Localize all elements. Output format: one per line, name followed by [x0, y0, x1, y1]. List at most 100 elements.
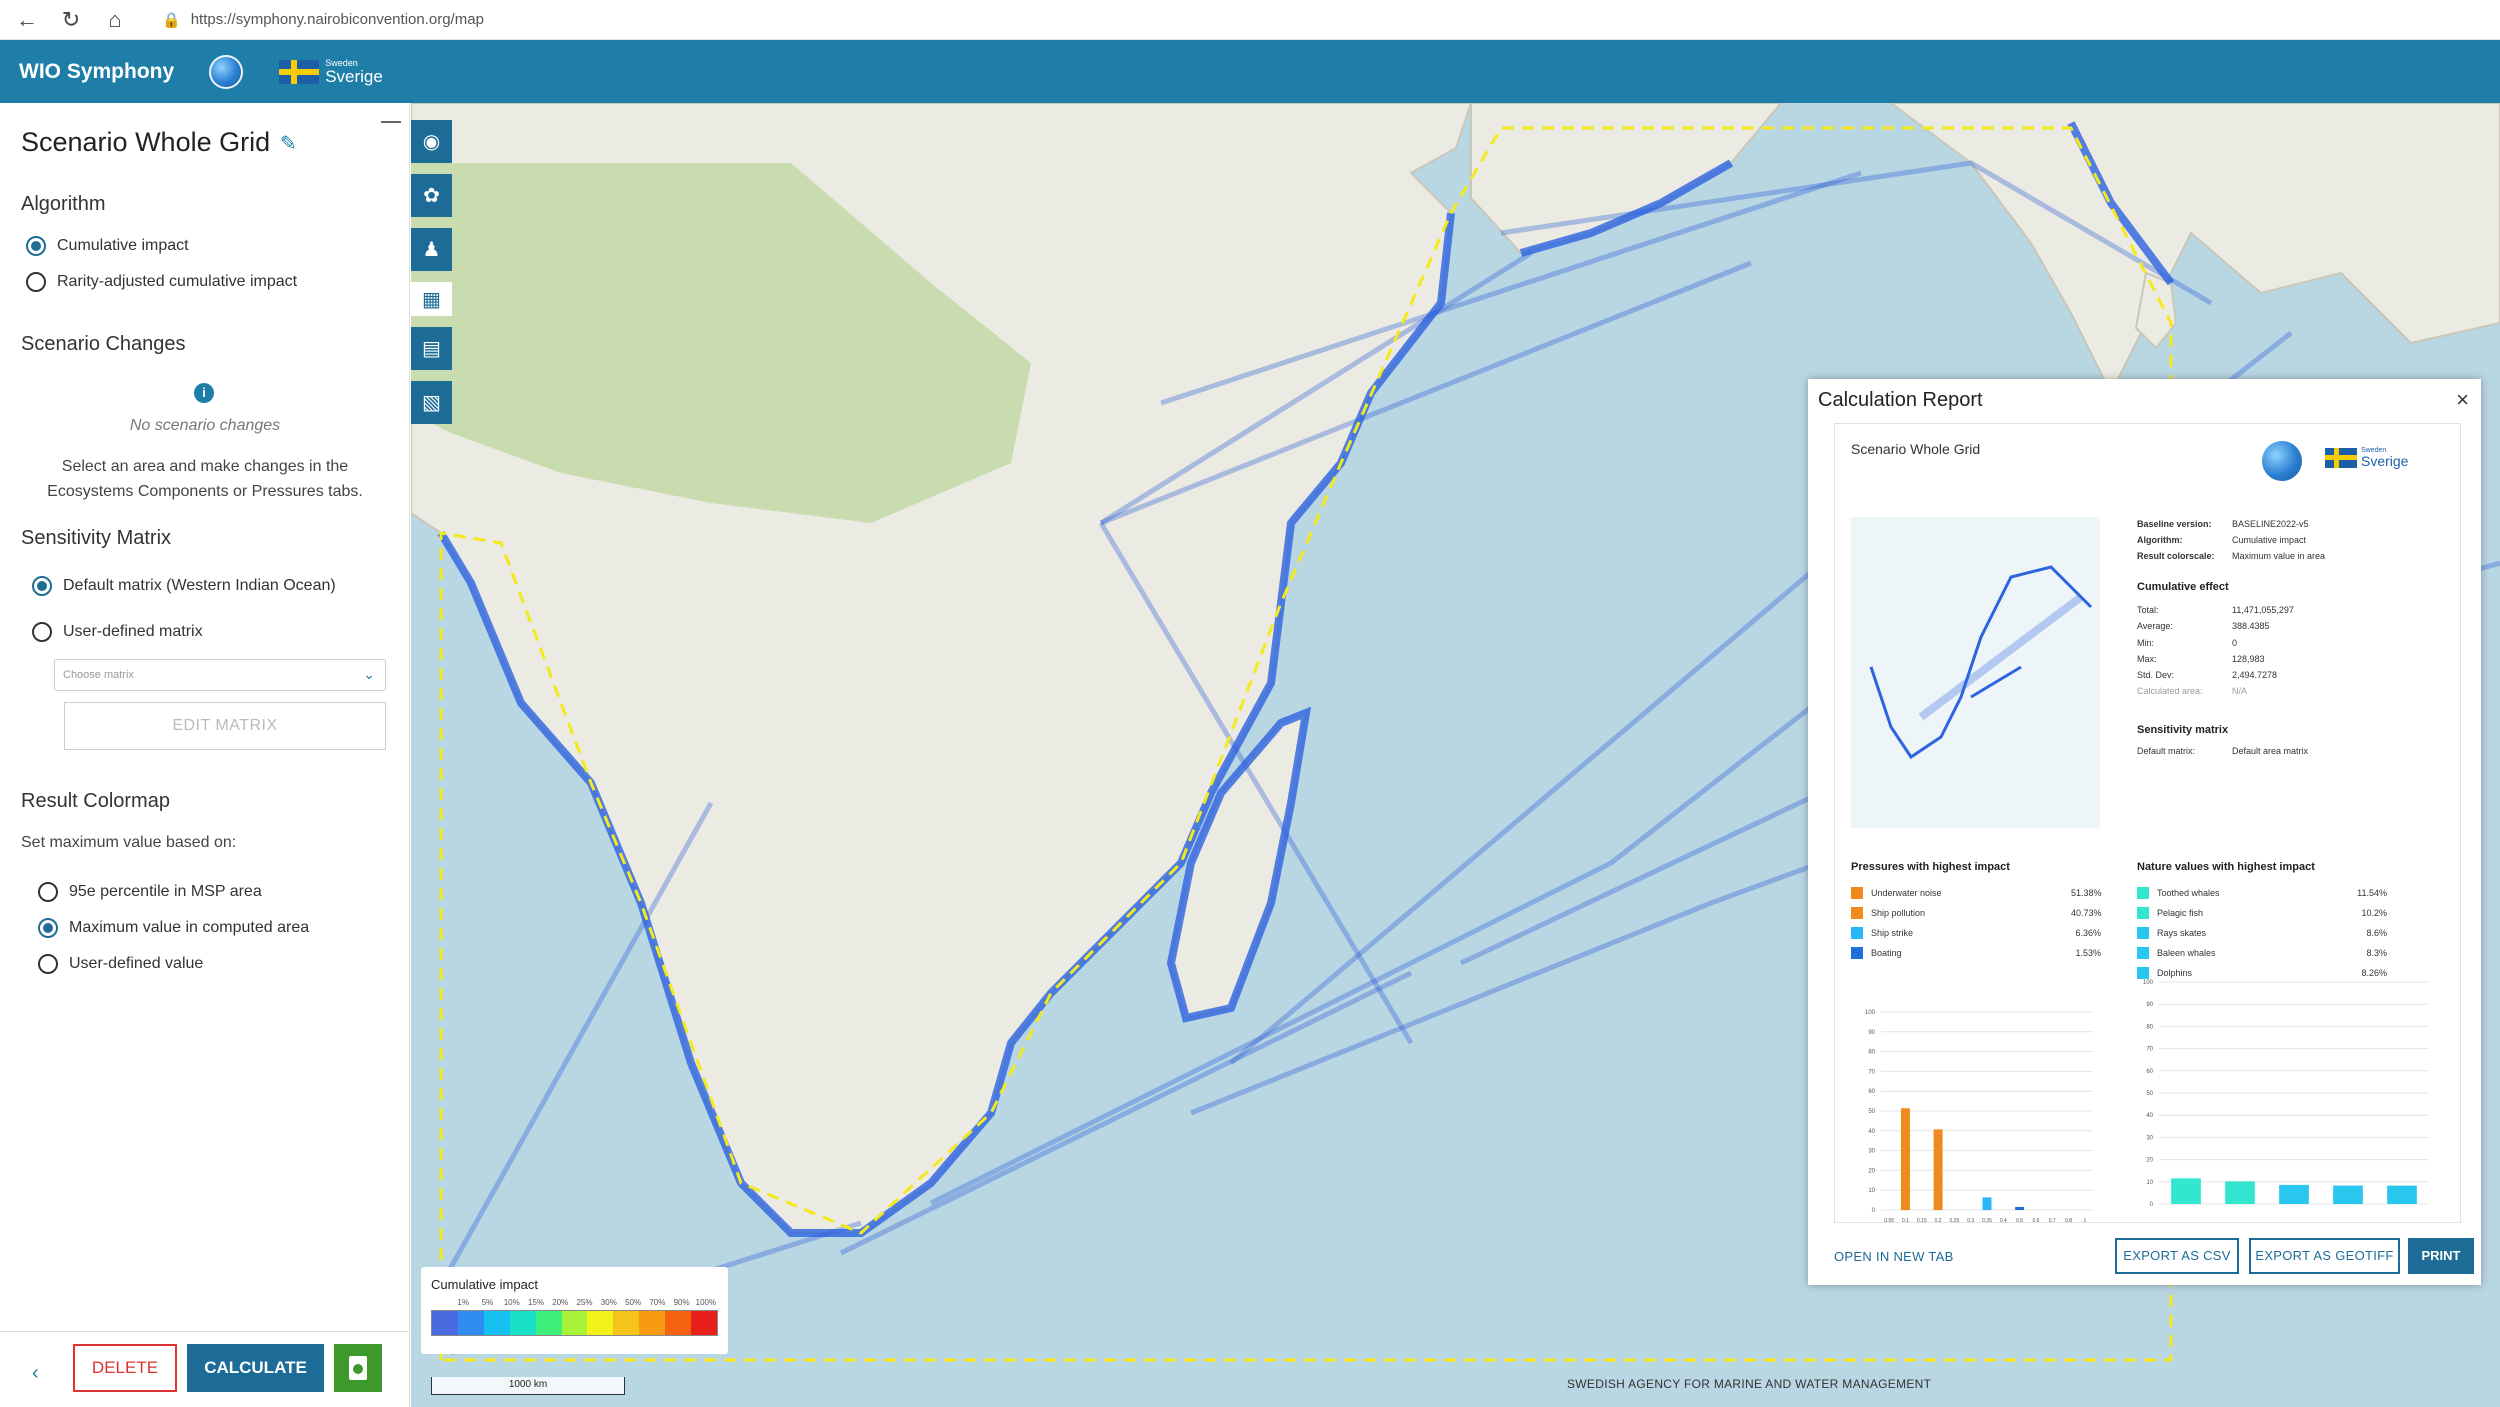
sweden-logo: Sweden Sverige [2325, 447, 2408, 468]
effect-key: Min: [2137, 638, 2155, 648]
colormap-legend: Cumulative impact 1% 5% 10% 15% 20% 25% 30% 50%… [421, 1267, 728, 1354]
legend-tick: 20% [552, 1298, 569, 1307]
x-tick-label: 0.3 [1967, 1218, 1974, 1223]
minimize-panel-icon[interactable] [381, 121, 401, 123]
delete-button[interactable]: DELETE [73, 1344, 177, 1392]
radio-user-defined-matrix[interactable]: User-defined matrix [32, 622, 203, 642]
pressure-person-icon[interactable]: ♟ [411, 228, 452, 271]
matrix-select[interactable]: Choose matrix ⌄ [54, 659, 386, 691]
legend-color-swatch [432, 1311, 458, 1335]
bar [2333, 1185, 2363, 1204]
impact-name: Baleen whales [2157, 948, 2216, 958]
legend-colorbar [431, 1310, 718, 1336]
impact-color-swatch [2137, 907, 2149, 919]
export-csv-button[interactable]: EXPORT AS CSV [2115, 1238, 2239, 1274]
app-name[interactable]: WIO Symphony [19, 60, 174, 84]
radio-button[interactable] [26, 272, 46, 292]
y-tick-label: 70 [1868, 1069, 1875, 1075]
compare-icon[interactable]: ▧ [411, 381, 452, 424]
globe-layers-icon[interactable]: ◉ [411, 120, 452, 163]
impact-row: Toothed whales 11.54% [2137, 887, 2387, 899]
y-tick-label: 40 [2146, 1113, 2153, 1119]
effect-value: 388.4385 [2232, 621, 2270, 631]
x-tick-label: 0.35 [1982, 1218, 1992, 1223]
radio-button[interactable] [32, 576, 52, 596]
radio-label: 95e percentile in MSP area [69, 883, 262, 900]
meta-row: Result colorscale: Maximum value in area [2137, 551, 2325, 561]
radio-label: Default matrix (Western Indian Ocean) [63, 577, 336, 594]
close-icon[interactable]: × [2456, 387, 2469, 413]
radio-default-matrix[interactable]: Default matrix (Western Indian Ocean) [32, 576, 336, 596]
reload-icon[interactable]: ↻ [54, 3, 88, 37]
scale-bar: 1000 km [431, 1377, 625, 1395]
radio-user-defined-value[interactable]: User-defined value [38, 954, 203, 974]
nature-values-bar-chart: 0 10 20 30 40 50 60 70 80 90 100 [2143, 980, 2429, 1208]
address-bar[interactable]: 🔒 https://symphony.nairobiconvention.org… [162, 11, 484, 29]
report-icon[interactable]: ▤ [411, 327, 452, 370]
y-tick-label: 10 [1868, 1188, 1875, 1194]
radio-maximum-value[interactable]: Maximum value in computed area [38, 918, 309, 938]
impact-percent: 10.2% [2361, 908, 2387, 918]
map-view[interactable]: ◉ ✿ ♟ ▦ ▤ ▧ Cumulative impact 1% 5% 10% 15%… [411, 103, 2500, 1407]
lock-icon: 🔒 [162, 11, 181, 29]
meta-row: Algorithm: Cumulative impact [2137, 535, 2306, 545]
swedish-flag-icon [279, 59, 320, 84]
matrix-value: Default area matrix [2232, 746, 2309, 756]
bar [1982, 1197, 1992, 1210]
radio-rarity-adjusted[interactable]: Rarity-adjusted cumulative impact [26, 272, 297, 292]
radio-button[interactable] [38, 882, 58, 902]
url-text[interactable]: https://symphony.nairobiconvention.org/m… [191, 11, 484, 28]
effect-key: Average: [2137, 621, 2173, 631]
sverige-label: Sverige [325, 66, 383, 86]
radio-button[interactable] [38, 918, 58, 938]
open-in-new-tab-link[interactable]: OPEN IN NEW TAB [1834, 1249, 1954, 1264]
calculator-icon[interactable]: ▦ [411, 282, 452, 316]
x-tick-label: 0.25 [1950, 1218, 1960, 1223]
impact-color-swatch [2137, 927, 2149, 939]
panel-actions: ‹ DELETE CALCULATE [0, 1331, 410, 1407]
export-geotiff-button[interactable]: EXPORT AS GEOTIFF [2249, 1238, 2400, 1274]
legend-tick: 30% [600, 1298, 617, 1307]
print-button[interactable]: PRINT [2408, 1238, 2474, 1274]
calculate-button[interactable]: CALCULATE [187, 1344, 324, 1392]
radio-button[interactable] [26, 236, 46, 256]
ecosystem-leaf-icon[interactable]: ✿ [411, 174, 452, 217]
x-tick-label: 0.2 [1935, 1218, 1942, 1223]
radio-cumulative-impact[interactable]: Cumulative impact [26, 236, 189, 256]
back-arrow-icon[interactable]: ← [10, 3, 44, 37]
impact-percent: 8.6% [2366, 928, 2387, 938]
x-tick-label: 0.4 [2000, 1218, 2007, 1223]
radio-95e-percentile[interactable]: 95e percentile in MSP area [38, 882, 262, 902]
effect-key: Std. Dev: [2137, 670, 2175, 680]
impact-row: Pelagic fish 10.2% [2137, 907, 2387, 919]
impact-percent: 11.54% [2357, 888, 2387, 898]
impact-name: Toothed whales [2157, 888, 2220, 898]
map-attribution: SWEDISH AGENCY FOR MARINE AND WATER MANA… [1567, 1377, 1932, 1391]
radio-button[interactable] [38, 954, 58, 974]
sensitivity-matrix-heading: Sensitivity Matrix [21, 527, 172, 549]
sweden-logo: Sweden Sverige [279, 58, 383, 86]
effect-key: Total: [2137, 605, 2159, 615]
impact-row: Underwater noise 51.38% [1851, 887, 2102, 899]
y-tick-label: 10 [2146, 1180, 2153, 1186]
impact-percent: 6.36% [2075, 928, 2101, 938]
edit-pencil-icon[interactable]: ✎ [280, 131, 297, 156]
x-tick-label: 0.6 [2032, 1218, 2039, 1223]
radio-button[interactable] [32, 622, 52, 642]
meta-value: BASELINE2022-v5 [2232, 519, 2309, 529]
home-icon[interactable]: ⌂ [98, 3, 132, 37]
edit-matrix-button[interactable]: EDIT MATRIX [64, 702, 386, 750]
legend-color-swatch [587, 1311, 614, 1335]
legend-color-swatch [613, 1311, 640, 1335]
effect-value: 11,471,055,297 [2232, 605, 2294, 615]
report-button[interactable] [334, 1344, 382, 1392]
info-icon: i [194, 383, 214, 403]
chevron-left-icon[interactable]: ‹ [32, 1362, 39, 1385]
legend-color-swatch [561, 1311, 588, 1335]
impact-percent: 51.38% [2071, 888, 2102, 898]
bar [2387, 1185, 2417, 1204]
effect-key: Calculated area: [2137, 686, 2203, 696]
x-tick-label: 0.1 [1902, 1218, 1909, 1223]
report-title: Calculation Report [1818, 389, 1983, 411]
legend-color-swatch [457, 1311, 484, 1335]
